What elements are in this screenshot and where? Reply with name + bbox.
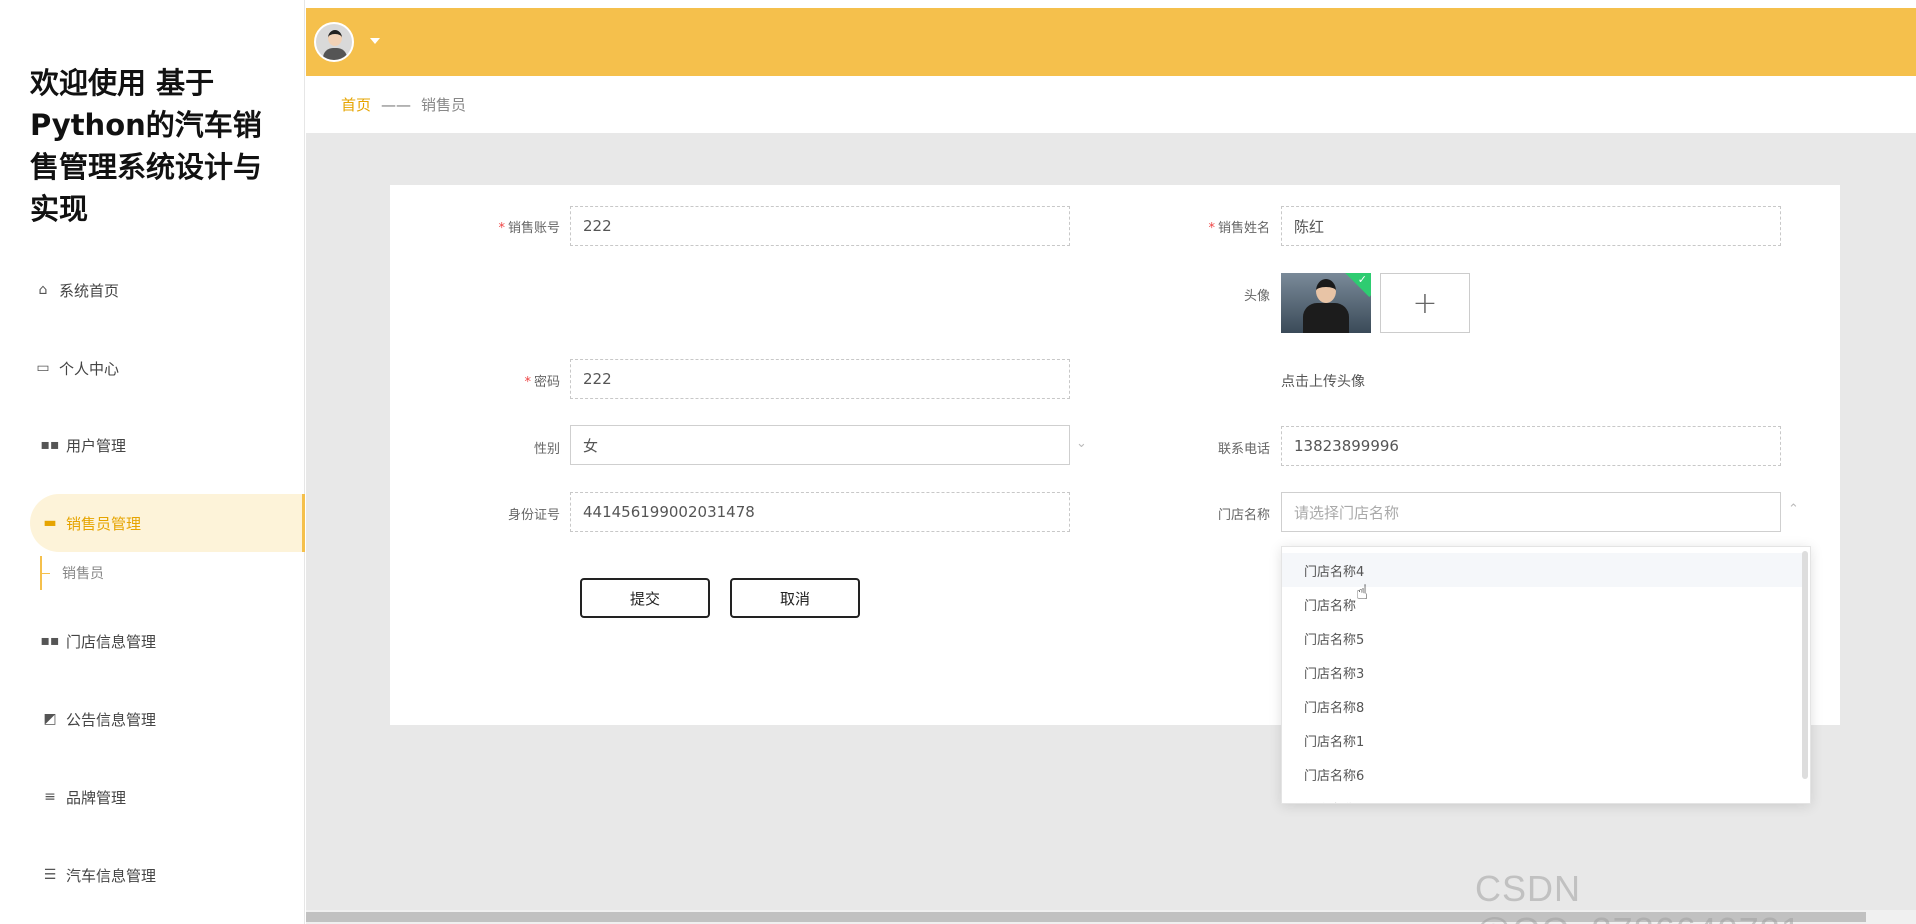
- avatar-label: 头像: [1243, 289, 1270, 304]
- sidebar-subitem-salesperson[interactable]: 销售员: [40, 556, 104, 590]
- submenu-dash: [42, 572, 50, 574]
- password-field[interactable]: 222: [570, 359, 1070, 399]
- sidebar-item-profile[interactable]: ▭ 个人中心: [0, 339, 305, 397]
- photo-body: [1303, 303, 1349, 333]
- submit-button[interactable]: 提交: [580, 578, 710, 618]
- sliders-icon: ☰: [43, 867, 57, 883]
- breadcrumb-separator: ——: [381, 95, 412, 114]
- sidebar-item-cars[interactable]: ☰ 汽车信息管理: [0, 846, 305, 904]
- avatar-upload-button[interactable]: +: [1380, 273, 1470, 333]
- sidebar-item-home[interactable]: ⌂ 系统首页: [0, 261, 305, 319]
- app-title: 欢迎使用 基于Python的汽车销售管理系统设计与实现: [30, 66, 263, 226]
- avatar-thumbnail[interactable]: ✓: [1281, 273, 1371, 333]
- watermark: CSDN @QQ_3786649731: [1475, 868, 1801, 924]
- dropdown-option[interactable]: 门店名称3: [1282, 655, 1802, 689]
- sidebar-item-salespeople[interactable]: ▬ 销售员管理: [30, 494, 305, 552]
- breadcrumb-home[interactable]: 首页: [341, 94, 371, 115]
- idcard-field[interactable]: 441456199002031478: [570, 492, 1070, 532]
- gender-label: 性别: [533, 442, 560, 457]
- password-label: * 密码: [524, 375, 560, 390]
- sidebar-item-brands[interactable]: ≡ 品牌管理: [0, 768, 305, 826]
- required-mark: *: [524, 375, 531, 390]
- sidebar-item-label: 公告信息管理: [66, 710, 157, 729]
- avatar-body: [323, 48, 347, 60]
- breadcrumb-current: 销售员: [421, 96, 467, 114]
- hand-cursor-icon: ☝: [1356, 580, 1369, 604]
- sidebar-item-label: 门店信息管理: [66, 632, 157, 651]
- avatar-head: [328, 30, 342, 46]
- dropdown-option[interactable]: 门店名称8: [1282, 689, 1802, 723]
- phone-field[interactable]: 13823899996: [1281, 426, 1781, 466]
- sidebar-item-users[interactable]: ▪▪ 用户管理: [0, 416, 305, 474]
- sidebar-item-label: 品牌管理: [66, 788, 127, 807]
- photo-head: [1316, 279, 1336, 303]
- sidebar-item-label: 汽车信息管理: [66, 866, 157, 885]
- idcard-label: 身份证号: [507, 508, 560, 523]
- dropdown-option[interactable]: 门店名称2: [1282, 791, 1802, 804]
- store-select[interactable]: 请选择门店名称: [1281, 492, 1781, 532]
- grid-icon: ▪▪: [40, 437, 60, 453]
- gender-select[interactable]: 女: [570, 425, 1070, 465]
- dropdown-option[interactable]: 门店名称1: [1282, 723, 1802, 757]
- sidebar-item-notices[interactable]: ◩ 公告信息管理: [0, 690, 305, 748]
- card-icon: ▭: [36, 360, 50, 376]
- sidebar-item-label: 个人中心: [59, 359, 120, 378]
- check-icon: ✓: [1357, 273, 1367, 286]
- dropdown-option[interactable]: 门店名称6: [1282, 757, 1802, 791]
- phone-label: 联系电话: [1217, 442, 1270, 457]
- chevron-down-icon[interactable]: ⌄: [1076, 436, 1087, 451]
- account-field[interactable]: 222: [570, 206, 1070, 246]
- sidebar: 欢迎使用 基于Python的汽车销售管理系统设计与实现 ⌂ 系统首页 ▭ 个人中…: [0, 0, 305, 924]
- required-mark: *: [498, 221, 505, 236]
- sidebar-item-label: 系统首页: [59, 281, 120, 300]
- sidebar-item-stores[interactable]: ▪▪ 门店信息管理: [0, 612, 305, 670]
- sidebar-item-label: 销售员管理: [66, 514, 142, 533]
- dropdown-option[interactable]: 门店名称5: [1282, 621, 1802, 655]
- account-label: * 销售账号: [498, 221, 560, 236]
- required-mark: *: [1208, 221, 1215, 236]
- home-icon: ⌂: [38, 282, 48, 298]
- chevron-down-icon[interactable]: [370, 38, 380, 44]
- user-avatar[interactable]: [314, 22, 354, 62]
- breadcrumb: 首页 —— 销售员: [306, 76, 1916, 134]
- dropdown-scrollbar[interactable]: [1802, 551, 1808, 779]
- submenu-label: 销售员: [62, 566, 104, 582]
- name-field[interactable]: 陈红: [1281, 206, 1781, 246]
- top-bar: [306, 8, 1916, 76]
- sidebar-item-label: 用户管理: [66, 436, 127, 455]
- chevron-up-icon[interactable]: ⌃: [1788, 502, 1799, 517]
- avatar-upload-hint: 点击上传头像: [1281, 374, 1365, 390]
- list-icon: ≡: [44, 789, 56, 805]
- store-label: 门店名称: [1217, 508, 1270, 523]
- chart-icon: ◩: [43, 711, 57, 727]
- grid-icon: ▪▪: [40, 633, 60, 649]
- briefcase-icon: ▬: [43, 515, 57, 531]
- name-label: * 销售姓名: [1208, 221, 1270, 236]
- cancel-button[interactable]: 取消: [730, 578, 860, 618]
- dropdown-arrow: [1319, 547, 1335, 554]
